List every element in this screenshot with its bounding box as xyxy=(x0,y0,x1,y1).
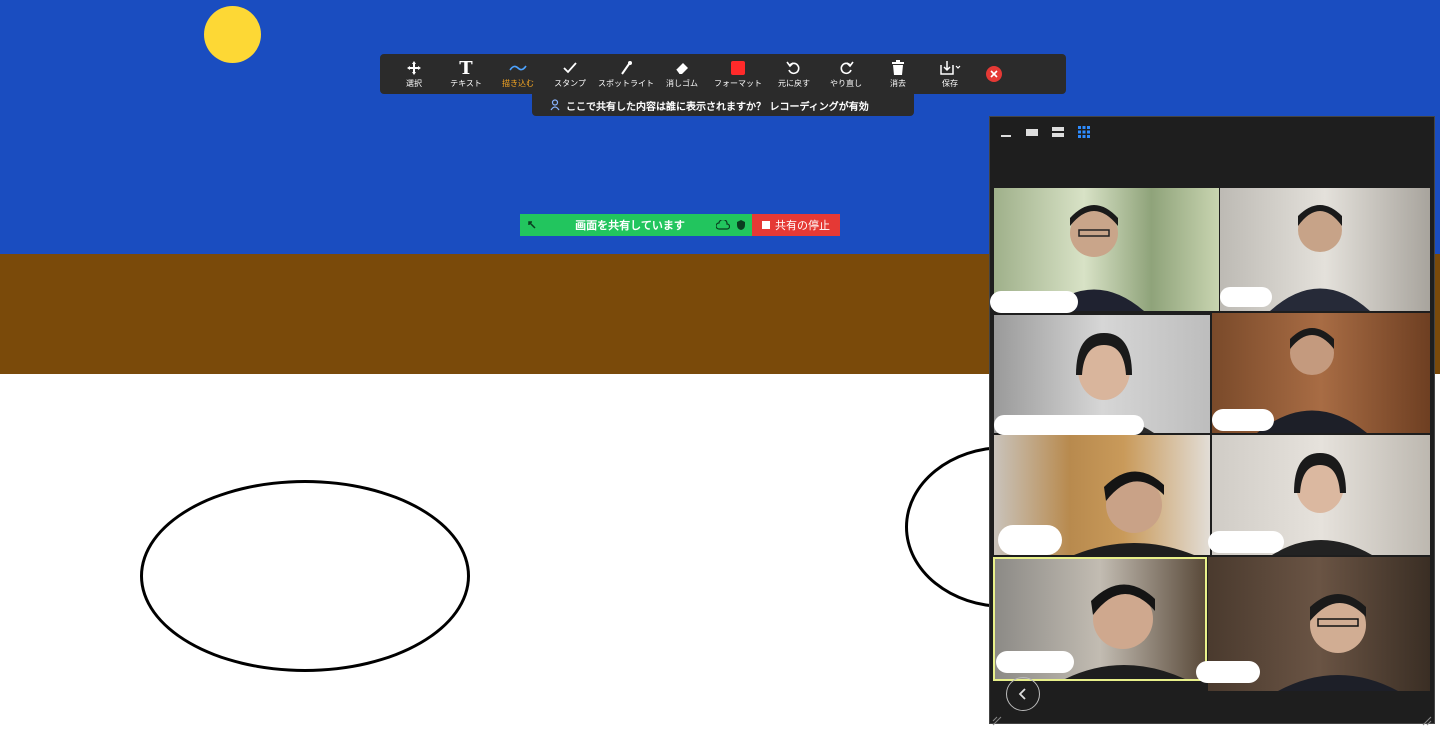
tool-label: 描き込む xyxy=(502,79,534,88)
gallery-view-panel xyxy=(989,116,1435,726)
whiteboard-ellipse-drawing xyxy=(140,480,470,672)
tool-redo[interactable]: やり直し xyxy=(820,54,872,94)
participant-name-label xyxy=(1220,287,1272,307)
person-icon xyxy=(550,99,562,111)
participant-name-label xyxy=(1208,531,1284,553)
redo-icon xyxy=(838,59,854,77)
chevron-left-icon xyxy=(1018,688,1026,700)
tool-label: 元に戻す xyxy=(778,79,810,88)
save-icon xyxy=(939,59,961,77)
speaker-view-icon[interactable] xyxy=(1024,125,1040,139)
shield-icon xyxy=(736,219,746,231)
previous-page-button[interactable] xyxy=(1006,677,1040,711)
trash-icon xyxy=(891,59,905,77)
tool-text[interactable]: T テキスト xyxy=(440,54,492,94)
eraser-icon xyxy=(674,59,690,77)
format-icon xyxy=(731,59,745,77)
tool-label: スポットライト xyxy=(598,79,654,88)
tool-label: スタンプ xyxy=(554,79,586,88)
tool-undo[interactable]: 元に戻す xyxy=(768,54,820,94)
text-icon: T xyxy=(459,57,473,79)
tool-label: 消しゴム xyxy=(666,79,698,88)
drag-handle-icon[interactable] xyxy=(520,220,544,230)
participant-name-label xyxy=(1212,409,1274,431)
close-icon xyxy=(990,70,998,78)
tool-stamp[interactable]: スタンプ xyxy=(544,54,596,94)
cloud-icon xyxy=(716,220,730,230)
strip-view-icon[interactable] xyxy=(1050,125,1066,139)
checkmark-icon xyxy=(563,59,577,77)
tool-eraser[interactable]: 消しゴム xyxy=(656,54,708,94)
stop-share-button[interactable]: 共有の停止 xyxy=(752,214,840,236)
draw-icon xyxy=(509,59,527,77)
participant-name-label xyxy=(994,415,1144,435)
tool-label: やり直し xyxy=(830,79,862,88)
tool-draw[interactable]: 描き込む xyxy=(492,54,544,94)
tool-save[interactable]: 保存 xyxy=(924,54,976,94)
participant-name-label xyxy=(990,291,1078,313)
stop-share-label: 共有の停止 xyxy=(775,219,830,232)
notice-text: ここで共有した内容は誰に表示されますか？ レコーディングが有効 xyxy=(566,101,869,113)
whiteboard-sun-drawing xyxy=(204,6,261,63)
screen-share-status-bar: 画面を共有しています xyxy=(520,214,752,236)
participant-name-label xyxy=(996,651,1074,673)
undo-icon xyxy=(786,59,802,77)
resize-handle-icon[interactable] xyxy=(992,711,1002,726)
annotation-toolbar: 選択 T テキスト 描き込む スタンプ スポットライト 消しゴム フォーマット xyxy=(380,54,1066,94)
participant-name-label xyxy=(1196,661,1260,683)
resize-handle-icon[interactable] xyxy=(1422,711,1432,726)
move-icon xyxy=(406,59,422,77)
spotlight-icon xyxy=(619,59,633,77)
tool-spotlight[interactable]: スポットライト xyxy=(596,54,656,94)
tool-label: フォーマット xyxy=(714,79,762,88)
tool-clear[interactable]: 消去 xyxy=(872,54,924,94)
tool-label: 保存 xyxy=(942,79,958,88)
minimize-icon[interactable] xyxy=(998,125,1014,139)
tool-label: テキスト xyxy=(450,79,482,88)
tool-label: 消去 xyxy=(890,79,906,88)
close-toolbar-button[interactable] xyxy=(986,66,1002,82)
participant-name-label xyxy=(998,525,1062,555)
tool-label: 選択 xyxy=(406,79,422,88)
share-visibility-notice[interactable]: ここで共有した内容は誰に表示されますか？ レコーディングが有効 xyxy=(532,94,914,116)
tool-format[interactable]: フォーマット xyxy=(708,54,768,94)
view-mode-switcher xyxy=(998,125,1092,139)
stop-icon xyxy=(762,221,770,229)
tool-select[interactable]: 選択 xyxy=(388,54,440,94)
gallery-view-icon[interactable] xyxy=(1076,125,1092,139)
share-status-text: 画面を共有しています xyxy=(575,219,685,232)
